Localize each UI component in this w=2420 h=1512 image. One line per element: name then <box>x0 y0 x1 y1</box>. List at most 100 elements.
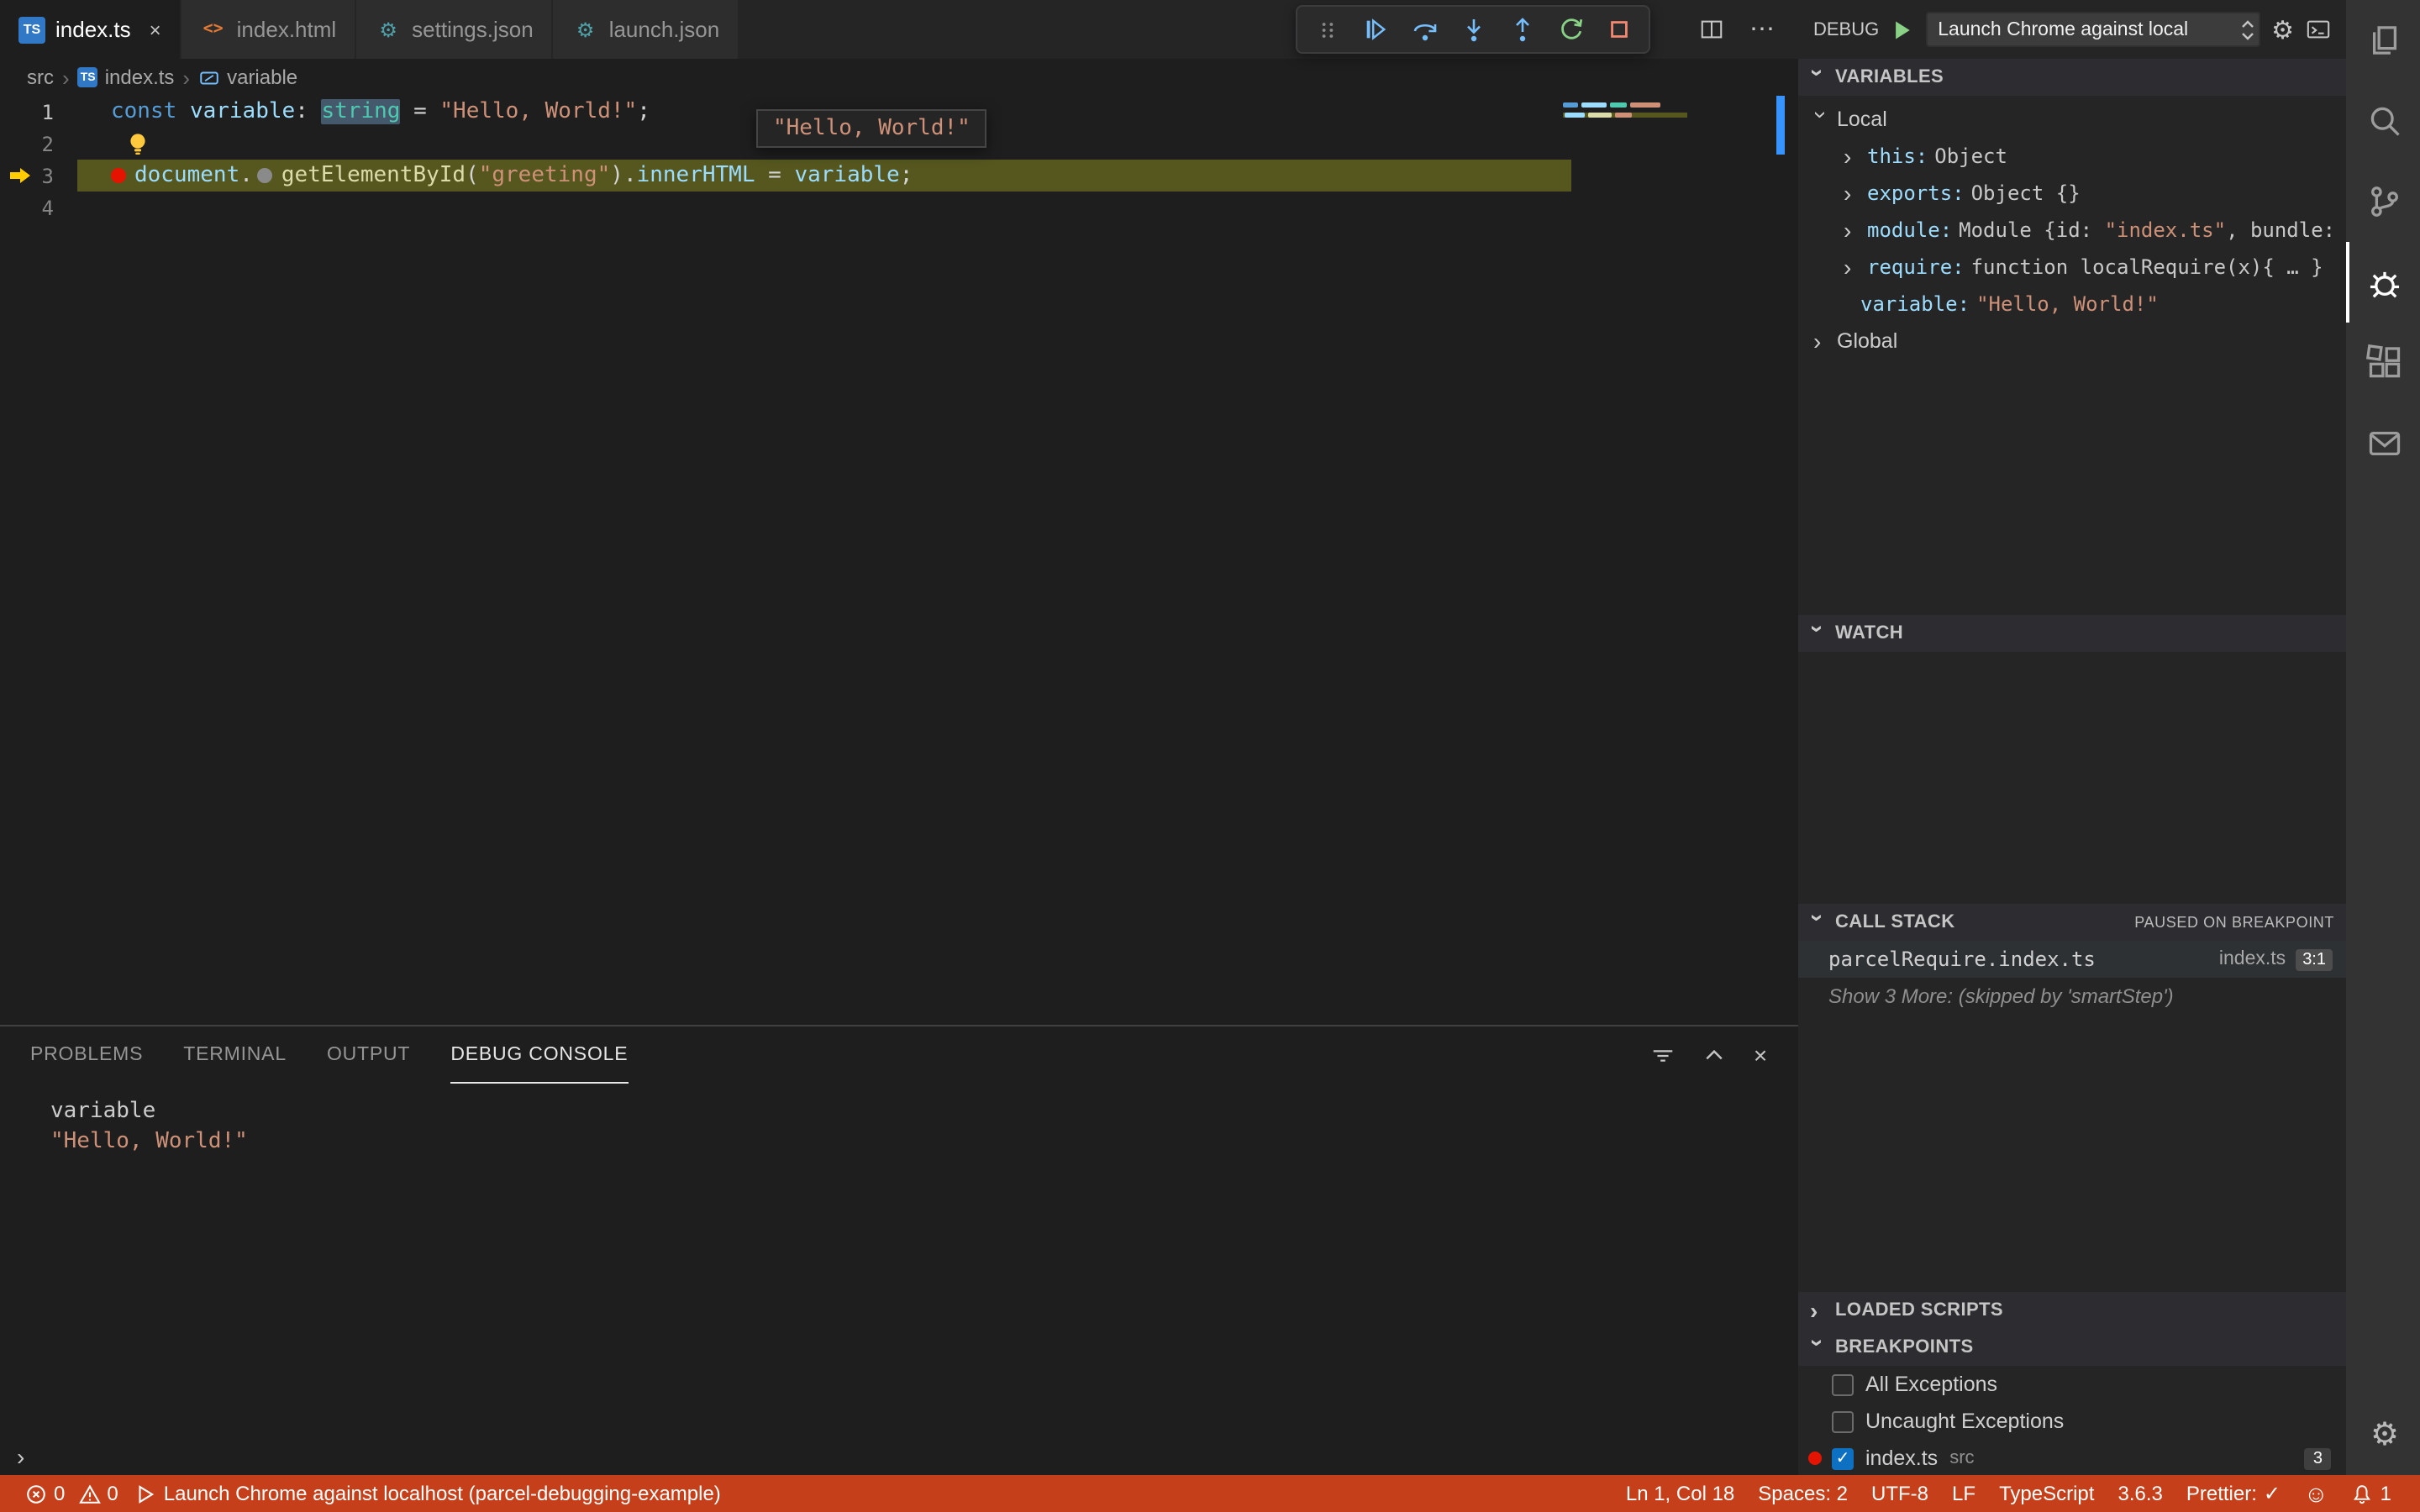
variable-row[interactable]: variable: "Hello, World!" <box>1798 286 2346 323</box>
step-over-icon[interactable] <box>1400 8 1449 50</box>
tab-label: launch.json <box>608 17 720 42</box>
expand-chevron-icon[interactable]: › <box>17 1443 24 1470</box>
gripper-icon[interactable] <box>1302 8 1351 50</box>
breakpoints-section-header[interactable]: › BREAKPOINTS <box>1798 1329 2346 1366</box>
typescript-version[interactable]: 3.6.3 <box>2106 1482 2174 1505</box>
restart-icon[interactable] <box>1546 8 1595 50</box>
tab-launch-json[interactable]: ⚙ launch.json <box>553 0 740 59</box>
variable-row[interactable]: › this: Object <box>1798 138 2346 175</box>
variable-value: Object <box>1934 144 2007 168</box>
code-token: ; <box>899 163 913 188</box>
start-debug-icon[interactable] <box>1891 18 1914 41</box>
split-editor-icon[interactable] <box>1699 17 1724 42</box>
debug-console-output[interactable]: variable "Hello, World!" <box>0 1084 1798 1158</box>
cursor-position[interactable]: Ln 1, Col 18 <box>1614 1482 1746 1505</box>
code-editor[interactable]: 1 const variable: string = "Hello, World… <box>0 96 1798 1025</box>
prettier-status[interactable]: Prettier: ✓ <box>2175 1482 2292 1505</box>
status-bar-right: Ln 1, Col 18 Spaces: 2 UTF-8 LF TypeScri… <box>1614 1480 2403 1507</box>
mail-icon[interactable] <box>2346 403 2420 484</box>
scope-global-row[interactable]: › Global <box>1798 323 2346 360</box>
more-actions-icon[interactable]: ⋯ <box>1749 16 1775 41</box>
settings-gear-icon[interactable]: ⚙ <box>2346 1394 2420 1475</box>
explorer-icon[interactable] <box>2346 0 2420 81</box>
extensions-icon[interactable] <box>2346 323 2420 403</box>
breadcrumb-symbol[interactable]: variable <box>198 66 297 89</box>
paused-status-badge: PAUSED ON BREAKPOINT <box>2134 914 2334 931</box>
breadcrumb-src[interactable]: src <box>27 66 54 89</box>
updown-arrows-icon <box>2239 18 2254 41</box>
code-token: = <box>400 99 440 124</box>
variables-section-header[interactable]: › VARIABLES <box>1798 59 2346 96</box>
step-out-icon[interactable] <box>1497 8 1546 50</box>
chevron-up-icon[interactable] <box>1703 1043 1727 1067</box>
tab-index-html[interactable]: <> index.html <box>181 0 357 59</box>
inline-breakpoint-icon[interactable] <box>111 168 126 183</box>
chevron-right-icon: › <box>1813 328 1822 354</box>
code-token: = <box>755 163 795 188</box>
variable-name: variable: <box>1860 292 1970 316</box>
code-token: ) <box>610 163 623 188</box>
loaded-scripts-section-header[interactable]: › LOADED SCRIPTS <box>1798 1292 2346 1329</box>
code-line-stopped[interactable]: 3 document. getElementById("greeting"). in… <box>0 160 1798 192</box>
language-mode[interactable]: TypeScript <box>1987 1482 2106 1505</box>
code-token-selected: string <box>321 99 401 124</box>
tab-settings-json[interactable]: ⚙ settings.json <box>356 0 554 59</box>
tab-bar: TS index.ts × <> index.html ⚙ settings.j… <box>0 0 1798 59</box>
debug-console-icon[interactable] <box>2306 17 2331 42</box>
tab-debug-console[interactable]: DEBUG CONSOLE <box>450 1026 629 1084</box>
code-token: "greeting" <box>478 163 611 188</box>
close-icon[interactable]: × <box>1754 1042 1768 1068</box>
indentation[interactable]: Spaces: 2 <box>1746 1482 1860 1505</box>
stop-icon[interactable] <box>1595 8 1644 50</box>
code-token: getElementById <box>281 163 466 188</box>
close-icon[interactable]: × <box>150 18 161 41</box>
variable-name: this: <box>1867 144 1928 168</box>
run-and-debug-icon[interactable] <box>2346 242 2420 323</box>
variable-row[interactable]: › module: Module {id: "index.ts", bundle… <box>1798 212 2346 249</box>
call-stack-frame-row[interactable]: parcelRequire.index.ts index.ts 3:1 <box>1798 941 2346 978</box>
checkbox[interactable] <box>1832 1410 1854 1432</box>
status-bar: 0 0 Launch Chrome against localhost (par… <box>0 1475 2420 1512</box>
feedback-smiley-icon[interactable]: ☺ <box>2292 1480 2340 1507</box>
scope-local-row[interactable]: › Local <box>1798 101 2346 138</box>
tab-problems[interactable]: PROBLEMS <box>30 1026 143 1084</box>
tab-output[interactable]: OUTPUT <box>327 1026 410 1084</box>
minimap[interactable] <box>1563 102 1687 123</box>
code-line[interactable]: 4 <box>0 192 1798 223</box>
filter-icon[interactable] <box>1651 1042 1676 1068</box>
html-file-icon: <> <box>203 20 224 39</box>
step-into-icon[interactable] <box>1449 8 1497 50</box>
checkbox[interactable] <box>1832 1373 1854 1395</box>
chevron-down-icon: › <box>1805 914 1832 922</box>
error-icon <box>25 1483 47 1504</box>
call-stack-section-header[interactable]: › CALL STACK PAUSED ON BREAKPOINT <box>1798 904 2346 941</box>
source-control-icon[interactable] <box>2346 161 2420 242</box>
checkbox[interactable]: ✓ <box>1832 1447 1854 1469</box>
tab-terminal[interactable]: TERMINAL <box>183 1026 287 1084</box>
inline-breakpoint-candidate-icon[interactable] <box>257 168 273 183</box>
watch-section-header[interactable]: › WATCH <box>1798 615 2346 652</box>
encoding[interactable]: UTF-8 <box>1860 1482 1940 1505</box>
chevron-right-icon: › <box>182 65 191 90</box>
tab-label: index.html <box>236 17 337 42</box>
notifications-bell[interactable]: 1 <box>2340 1482 2403 1505</box>
search-icon[interactable] <box>2346 81 2420 161</box>
tab-index-ts[interactable]: TS index.ts × <box>0 0 182 59</box>
show-more-frames-link[interactable]: Show 3 More: (skipped by 'smartStep') <box>1798 978 2346 1015</box>
problems-status[interactable]: 0 0 <box>17 1475 127 1512</box>
main-column: TS index.ts × <> index.html ⚙ settings.j… <box>0 0 1798 1475</box>
frame-file: index.ts <box>2218 949 2286 969</box>
variable-row[interactable]: › require: function localRequire(x){ … } <box>1798 249 2346 286</box>
continue-icon[interactable] <box>1351 8 1400 50</box>
launch-config-dropdown[interactable]: Launch Chrome against local <box>1926 12 2260 47</box>
chevron-right-icon: › <box>62 65 70 90</box>
breadcrumb-file[interactable]: TS index.ts <box>77 66 174 89</box>
json-gear-icon: ⚙ <box>379 18 397 41</box>
variable-row[interactable]: › exports: Object {} <box>1798 175 2346 212</box>
eol-sequence[interactable]: LF <box>1940 1482 1987 1505</box>
launch-status[interactable]: Launch Chrome against localhost (parcel-… <box>127 1475 729 1512</box>
breakpoint-row-uncaught-exceptions[interactable]: Uncaught Exceptions <box>1798 1403 2346 1440</box>
breakpoint-row-all-exceptions[interactable]: All Exceptions <box>1798 1366 2346 1403</box>
breakpoint-row-index-ts[interactable]: ✓ index.ts src 3 <box>1798 1440 2346 1475</box>
gear-icon[interactable]: ⚙ <box>2271 14 2294 45</box>
